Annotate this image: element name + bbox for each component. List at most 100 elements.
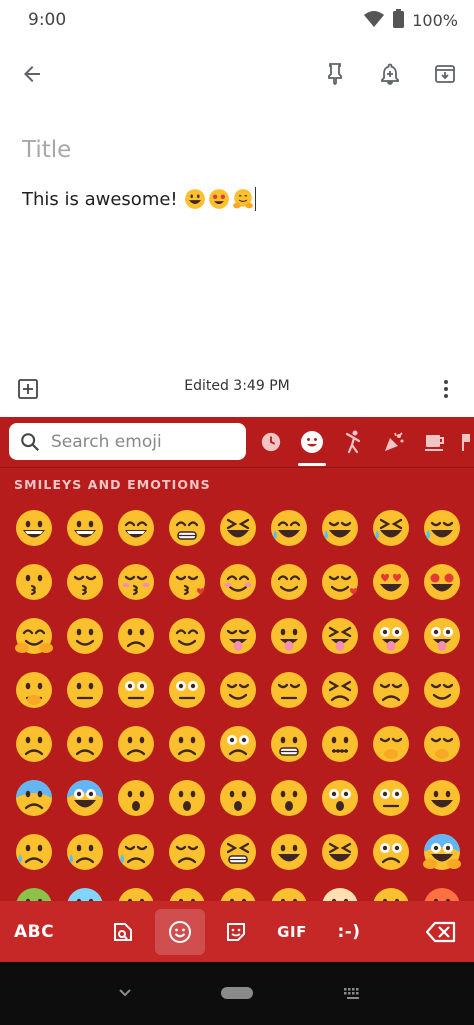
emoji-button[interactable] (365, 825, 416, 879)
emoji-search-input[interactable] (51, 431, 231, 452)
tab-people[interactable] (334, 423, 372, 461)
emoji-button[interactable] (263, 555, 314, 609)
tab-more-categories[interactable] (456, 423, 474, 461)
sticker-search-key[interactable] (101, 909, 145, 955)
coffee-icon (425, 435, 444, 451)
emoji-button[interactable] (161, 825, 212, 879)
tab-food[interactable] (416, 423, 454, 461)
nav-back-button[interactable] (117, 984, 133, 1003)
emoji-button[interactable] (161, 717, 212, 771)
archive-button[interactable] (423, 52, 467, 96)
emoji-button[interactable] (8, 501, 59, 555)
emoji-button[interactable] (8, 825, 59, 879)
emoji-button[interactable] (161, 771, 212, 825)
emoji-face-icon (219, 672, 256, 708)
emoji-button[interactable] (263, 501, 314, 555)
emoji-button[interactable] (416, 609, 467, 663)
emoji-button[interactable] (8, 663, 59, 717)
emoji-button[interactable] (110, 609, 161, 663)
emoji-button[interactable] (212, 555, 263, 609)
emoji-button[interactable] (59, 501, 110, 555)
emoji-button[interactable] (212, 609, 263, 663)
emoji-button[interactable] (314, 825, 365, 879)
emoji-button[interactable] (161, 501, 212, 555)
emoji-button[interactable] (59, 663, 110, 717)
more-vert-icon (444, 380, 448, 398)
emoji-button[interactable] (314, 555, 365, 609)
emoji-button[interactable] (8, 717, 59, 771)
note-body-text: This is awesome! (22, 188, 178, 210)
emoji-button[interactable] (314, 663, 365, 717)
sticker-key[interactable] (214, 909, 258, 955)
emoji-button[interactable] (59, 825, 110, 879)
emoji-button[interactable] (59, 555, 110, 609)
emoji-button[interactable] (263, 825, 314, 879)
emoji-button[interactable] (110, 663, 161, 717)
emoji-button[interactable] (365, 555, 416, 609)
emoji-button[interactable] (161, 609, 212, 663)
emoji-button[interactable] (212, 663, 263, 717)
emoji-button[interactable] (416, 825, 467, 879)
note-body[interactable]: This is awesome! (22, 184, 452, 214)
tab-activities[interactable] (375, 423, 413, 461)
emoji-button[interactable] (212, 825, 263, 879)
pin-button[interactable] (313, 52, 357, 96)
emoji-button[interactable] (110, 825, 161, 879)
emoji-button[interactable] (263, 717, 314, 771)
emoji-button[interactable] (416, 663, 467, 717)
emoji-button[interactable] (110, 501, 161, 555)
emoji-button[interactable] (263, 771, 314, 825)
tab-smileys[interactable] (293, 423, 331, 461)
emoji-button[interactable] (365, 501, 416, 555)
home-pill[interactable] (221, 987, 253, 999)
emoji-button[interactable] (416, 555, 467, 609)
back-button[interactable] (10, 52, 54, 96)
emoji-button[interactable] (110, 771, 161, 825)
emoji-button[interactable] (161, 555, 212, 609)
emoji-button[interactable] (212, 717, 263, 771)
emoji-button[interactable] (110, 717, 161, 771)
emoji-button[interactable] (365, 663, 416, 717)
emoji-button[interactable] (110, 555, 161, 609)
emoji-keyboard: SMILEYS AND EMOTIONS ABC GIF :-) (0, 417, 474, 962)
tab-recent[interactable] (252, 423, 290, 461)
clock-icon (261, 432, 281, 452)
emoji-button[interactable] (59, 771, 110, 825)
gif-key[interactable]: GIF (268, 909, 316, 955)
emoji-face-icon (66, 564, 103, 600)
emoji-button[interactable] (314, 609, 365, 663)
emoji-button[interactable] (365, 717, 416, 771)
emoji-grid (8, 501, 468, 933)
emoji-button[interactable] (365, 609, 416, 663)
emoji-button[interactable] (59, 609, 110, 663)
emoji-button[interactable] (8, 771, 59, 825)
emoji-button[interactable] (365, 771, 416, 825)
emoji-search-box[interactable] (9, 423, 246, 460)
backspace-key[interactable] (418, 909, 464, 955)
nav-keyboard-button[interactable] (343, 986, 363, 1005)
emoji-button[interactable] (314, 771, 365, 825)
note-title-field[interactable] (22, 130, 452, 170)
emoji-key[interactable] (155, 909, 205, 955)
emoji-button[interactable] (263, 663, 314, 717)
screen: 9:00 100% Title This is awesome! Edited … (0, 0, 474, 1025)
emoji-button[interactable] (8, 555, 59, 609)
edited-timestamp: Edited 3:49 PM (184, 378, 290, 394)
emoticon-key[interactable]: :-) (324, 909, 374, 955)
emoji-button[interactable] (212, 771, 263, 825)
abc-key[interactable]: ABC (4, 909, 64, 955)
emoji-button[interactable] (314, 717, 365, 771)
emoji-button[interactable] (8, 609, 59, 663)
emoji-button[interactable] (416, 501, 467, 555)
emoji-face-icon (372, 564, 409, 600)
emoji-button[interactable] (59, 717, 110, 771)
emoji-face-icon (270, 510, 307, 546)
emoji-button[interactable] (263, 609, 314, 663)
emoji-button[interactable] (314, 501, 365, 555)
emoji-button[interactable] (416, 771, 467, 825)
more-options-button[interactable] (424, 367, 468, 411)
emoji-button[interactable] (416, 717, 467, 771)
reminder-button[interactable] (368, 52, 412, 96)
emoji-button[interactable] (212, 501, 263, 555)
emoji-button[interactable] (161, 663, 212, 717)
